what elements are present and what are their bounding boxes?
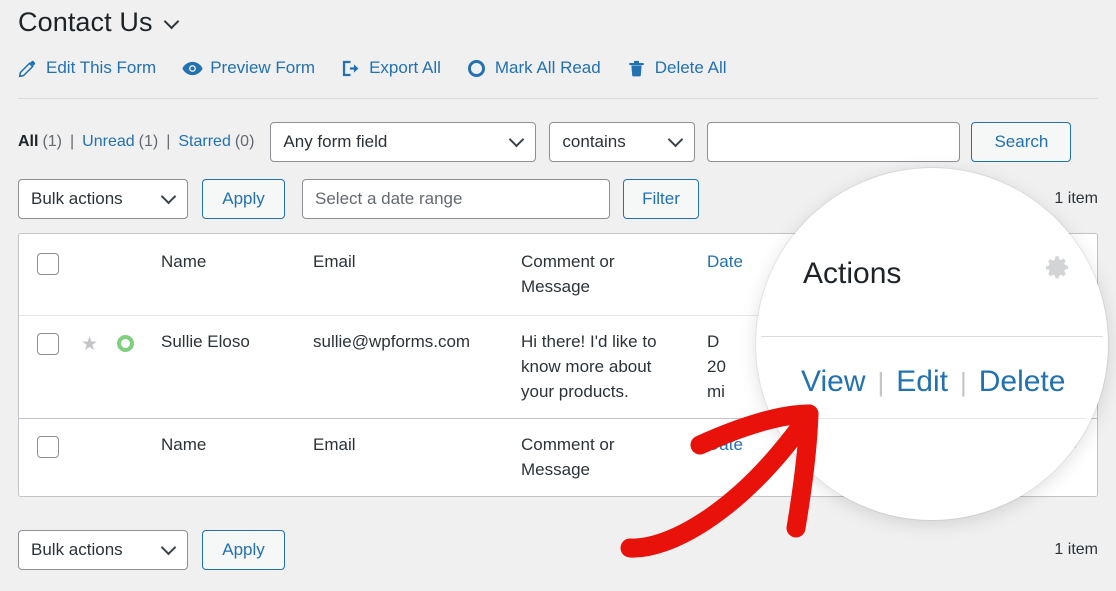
status-filter-links: All (1) | Unread (1) | Starred (0) <box>18 133 254 151</box>
column-header-message: Comment or Message <box>521 252 615 296</box>
delete-link[interactable]: Delete <box>979 365 1066 399</box>
search-compare-select[interactable]: contains <box>549 122 696 162</box>
magnified-row-actions: View | Edit | Delete <box>801 365 1065 399</box>
trash-icon <box>627 59 646 78</box>
search-button-label: Search <box>994 132 1049 151</box>
chevron-down-icon <box>509 131 525 148</box>
star-column-footer <box>71 419 107 496</box>
column-header-date[interactable]: Date <box>707 252 743 271</box>
mark-all-read-label: Mark All Read <box>494 58 601 77</box>
apply-button-top[interactable]: Apply <box>202 179 285 219</box>
search-field-select[interactable]: Any form field <box>270 122 537 162</box>
column-footer-email: Email <box>313 435 356 455</box>
row-message: Hi there! I'd like to know more about yo… <box>521 332 657 401</box>
search-button[interactable]: Search <box>971 122 1072 162</box>
filters-row: All (1) | Unread (1) | Starred (0) Any f… <box>18 122 1098 162</box>
row-checkbox[interactable] <box>37 333 59 356</box>
status-filter-unread-count: (1) <box>138 133 159 150</box>
circle-icon <box>467 59 486 78</box>
filter-button-label: Filter <box>642 189 680 208</box>
filter-button[interactable]: Filter <box>623 179 699 219</box>
unread-circle-icon[interactable] <box>117 335 134 353</box>
status-filter-all-count: (1) <box>42 133 63 150</box>
magnified-actions-title: Actions <box>803 257 902 290</box>
pencil-icon <box>18 59 37 78</box>
bulk-actions-select-top[interactable]: Bulk actions <box>18 179 188 219</box>
status-filter-starred-count: (0) <box>234 133 255 150</box>
view-link[interactable]: View <box>801 365 865 399</box>
column-footer-name: Name <box>161 435 207 455</box>
chevron-down-icon <box>668 131 684 148</box>
search-compare-select-value: contains <box>562 132 626 151</box>
row-name: Sullie Eloso <box>161 332 250 352</box>
chevron-down-icon[interactable] <box>165 16 179 30</box>
delete-all-label: Delete All <box>654 58 727 77</box>
status-filter-all[interactable]: All <box>18 133 38 151</box>
search-field-select-value: Any form field <box>283 132 388 151</box>
preview-form-label: Preview Form <box>210 58 316 77</box>
select-all-checkbox-bottom[interactable] <box>37 436 59 459</box>
read-column-header <box>107 234 151 315</box>
status-filter-separator-2: | <box>166 133 171 150</box>
column-footer-message: Comment or Message <box>521 435 615 479</box>
column-header-name: Name <box>161 252 207 271</box>
action-separator-1: | <box>877 366 885 397</box>
export-all-label: Export All <box>369 58 441 77</box>
page-title: Contact Us <box>18 7 153 37</box>
gear-icon[interactable] <box>1044 255 1070 281</box>
magnifier-overlay: Actions View | Edit | Delete <box>756 168 1108 520</box>
mark-all-read-link[interactable]: Mark All Read <box>467 58 601 78</box>
status-filter-unread[interactable]: Unread <box>82 133 134 151</box>
export-all-link[interactable]: Export All <box>341 58 441 78</box>
header-divider <box>18 98 1098 99</box>
magnifier-content: Actions View | Edit | Delete <box>761 173 1103 515</box>
star-icon[interactable]: ★ <box>81 335 98 354</box>
row-email: sullie@wpforms.com <box>313 332 471 352</box>
action-separator-2: | <box>959 366 967 397</box>
bulk-actions-select-top-value: Bulk actions <box>31 189 123 208</box>
eye-icon <box>182 59 203 78</box>
date-range-placeholder: Select a date range <box>315 189 463 208</box>
select-all-checkbox-cell-top <box>19 234 71 315</box>
date-range-input[interactable]: Select a date range <box>302 179 610 219</box>
column-footer-date[interactable]: Date <box>707 435 743 454</box>
magnified-footer-band <box>761 419 1103 515</box>
column-header-email: Email <box>313 252 356 271</box>
chevron-down-icon <box>160 188 177 205</box>
read-column-footer <box>107 419 151 496</box>
row-star-cell: ★ <box>71 316 107 418</box>
select-all-checkbox-cell-bottom <box>19 419 71 496</box>
apply-button-bottom-label: Apply <box>222 540 265 559</box>
row-checkbox-cell <box>19 316 71 418</box>
wpforms-entries-page: Contact Us Edit This Form Preview Form E… <box>0 0 1116 591</box>
apply-button-top-label: Apply <box>222 189 265 208</box>
select-all-checkbox-top[interactable] <box>37 253 59 275</box>
apply-button-bottom[interactable]: Apply <box>202 530 285 570</box>
search-input[interactable] <box>707 122 961 162</box>
edit-this-form-label: Edit This Form <box>46 58 157 77</box>
status-filter-starred[interactable]: Starred <box>178 133 230 151</box>
bulk-actions-row-bottom: Bulk actions Apply 1 item <box>18 530 1098 570</box>
star-column-header <box>71 234 107 315</box>
chevron-down-icon <box>160 539 177 556</box>
delete-all-link[interactable]: Delete All <box>627 58 727 78</box>
row-read-cell <box>107 316 151 418</box>
edit-this-form-link[interactable]: Edit This Form <box>18 58 156 78</box>
export-icon <box>341 59 360 78</box>
form-action-links: Edit This Form Preview Form Export All M… <box>18 54 727 82</box>
bulk-actions-select-bottom-value: Bulk actions <box>31 540 123 559</box>
page-header: Contact Us <box>18 6 179 38</box>
status-filter-separator-1: | <box>70 133 75 150</box>
edit-link[interactable]: Edit <box>896 365 948 399</box>
item-count-bottom: 1 item <box>1054 541 1098 558</box>
preview-form-link[interactable]: Preview Form <box>182 58 315 78</box>
bulk-actions-select-bottom[interactable]: Bulk actions <box>18 530 188 570</box>
